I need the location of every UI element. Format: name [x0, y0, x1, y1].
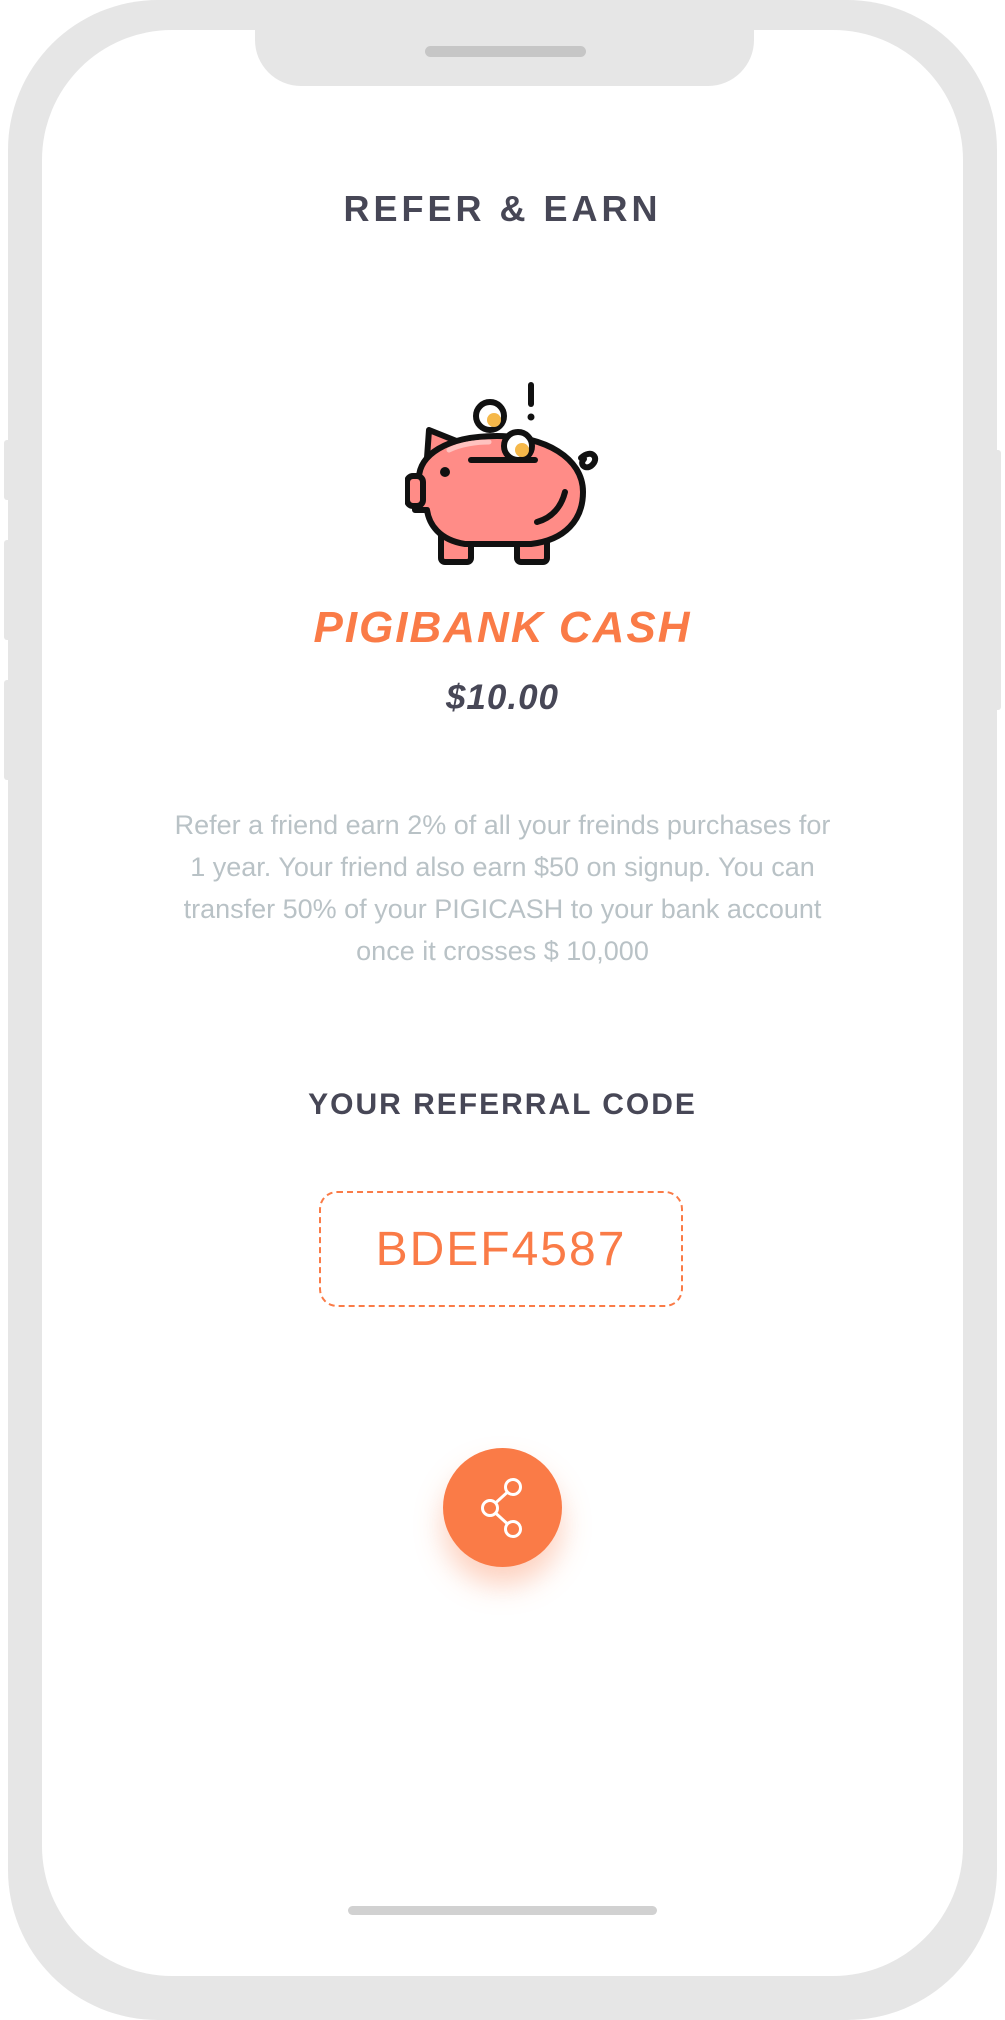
share-icon: [480, 1477, 522, 1538]
side-button: [4, 440, 12, 500]
referral-code: BDEF4587: [375, 1222, 627, 1276]
referral-description: Refer a friend earn 2% of all your frein…: [174, 810, 831, 966]
phone-screen: [42, 30, 963, 1976]
share-button[interactable]: [443, 1448, 562, 1567]
page-title: REFER & EARN: [343, 188, 662, 229]
wallet-name: PIGIBANK CASH: [313, 603, 692, 652]
wallet-balance: $10.00: [445, 678, 560, 717]
device-notch: [255, 30, 754, 86]
speaker-grille: [425, 46, 586, 57]
home-indicator[interactable]: [348, 1906, 657, 1915]
referral-code-label: YOUR REFERRAL CODE: [308, 1088, 697, 1121]
piggy-bank-icon: [405, 382, 599, 565]
side-button: [993, 450, 1001, 710]
referral-code-box[interactable]: BDEF4587: [319, 1191, 683, 1307]
